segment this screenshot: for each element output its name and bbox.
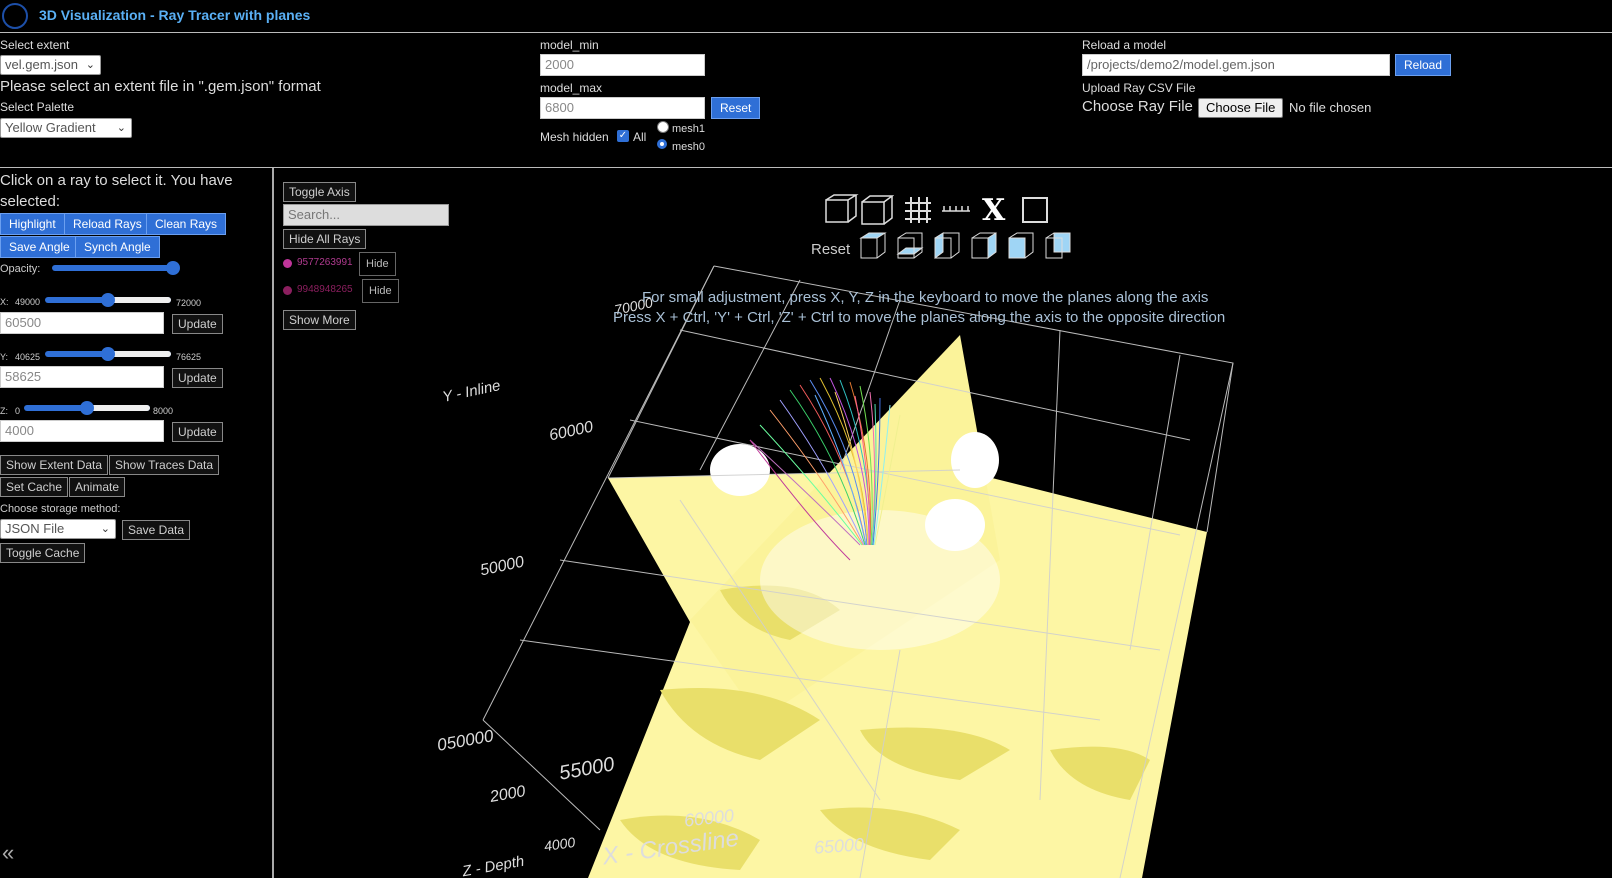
x-update-button[interactable]: Update bbox=[172, 314, 223, 334]
mesh-blob bbox=[710, 444, 770, 496]
mesh0-label: mesh0 bbox=[672, 141, 706, 153]
mesh0-radio[interactable] bbox=[657, 139, 667, 149]
reload-model-button[interactable]: Reload bbox=[1395, 54, 1452, 76]
y-update-button[interactable]: Update bbox=[172, 368, 223, 388]
z-min-label: 0 bbox=[15, 406, 21, 416]
no-file-text: No file chosen bbox=[1289, 100, 1372, 115]
select-extent-dropdown[interactable]: vel.gem.json ⌄ bbox=[0, 55, 101, 75]
view-bottom-icon[interactable] bbox=[894, 230, 924, 262]
mesh-hidden-label: Mesh hidden bbox=[540, 130, 609, 144]
view-toolbar: X Reset bbox=[811, 193, 1084, 264]
synch-angle-button[interactable]: Synch Angle bbox=[75, 236, 160, 258]
sidebar: Click on a ray to select it. You have se… bbox=[0, 168, 274, 878]
y-slider[interactable] bbox=[45, 347, 171, 361]
z-value-input[interactable]: 4000 bbox=[0, 420, 164, 442]
y-max-label: 76625 bbox=[176, 352, 202, 362]
sidebar-instruction: Click on a ray to select it. You have se… bbox=[0, 172, 233, 210]
y-slider-label: Y: bbox=[0, 352, 9, 362]
opacity-slider[interactable] bbox=[52, 261, 180, 275]
chevron-down-icon: ⌄ bbox=[100, 523, 110, 535]
collapse-sidebar-icon[interactable]: « bbox=[2, 840, 14, 866]
top-controls: Select extent vel.gem.json ⌄ Please sele… bbox=[0, 33, 1612, 168]
model-path-input[interactable]: /projects/demo2/model.gem.json bbox=[1082, 54, 1390, 76]
highlight-button[interactable]: Highlight bbox=[0, 213, 65, 235]
x-tick-65000: 65000 bbox=[813, 834, 865, 858]
x-min-label: 49000 bbox=[15, 297, 41, 307]
grid-icon[interactable] bbox=[902, 194, 934, 226]
select-palette-value: Yellow Gradient bbox=[5, 120, 96, 135]
reload-model-label: Reload a model bbox=[1082, 38, 1167, 52]
x-slider-label: X: bbox=[0, 297, 9, 307]
mesh1-label: mesh1 bbox=[672, 123, 706, 135]
x-max-label: 72000 bbox=[176, 298, 202, 308]
app-header: 3D Visualization - Ray Tracer with plane… bbox=[0, 0, 1612, 33]
z-slider[interactable] bbox=[24, 401, 150, 415]
opacity-label: Opacity: bbox=[0, 263, 41, 275]
storage-value: JSON File bbox=[5, 521, 65, 536]
choose-file-button[interactable]: Choose File bbox=[1198, 98, 1284, 118]
x-axis-icon[interactable]: X bbox=[982, 193, 1005, 228]
choose-ray-label: Choose Ray File bbox=[1082, 98, 1193, 115]
select-palette-dropdown[interactable]: Yellow Gradient ⌄ bbox=[0, 118, 132, 138]
storage-label: Choose storage method: bbox=[0, 503, 121, 515]
mesh1-radio[interactable] bbox=[657, 121, 669, 133]
square-icon[interactable] bbox=[1022, 197, 1048, 223]
set-cache-button[interactable]: Set Cache bbox=[0, 477, 69, 497]
view-back-icon[interactable] bbox=[1042, 230, 1072, 262]
select-extent-value: vel.gem.json bbox=[5, 57, 78, 72]
reload-rays-button[interactable]: Reload Rays bbox=[64, 213, 151, 235]
logo-icon bbox=[2, 3, 28, 29]
mesh-all-label: All bbox=[633, 130, 647, 144]
upload-csv-label: Upload Ray CSV File bbox=[1082, 81, 1196, 95]
storage-dropdown[interactable]: JSON File ⌄ bbox=[0, 519, 116, 539]
x-slider[interactable] bbox=[45, 293, 171, 307]
toggle-cache-button[interactable]: Toggle Cache bbox=[0, 543, 86, 563]
select-extent-label: Select extent bbox=[0, 38, 70, 52]
view-top-icon[interactable] bbox=[1005, 230, 1035, 262]
scene-3d[interactable] bbox=[274, 168, 1612, 878]
cube-outline-icon[interactable] bbox=[858, 194, 894, 226]
view-front-icon[interactable] bbox=[857, 230, 887, 262]
show-extent-button[interactable]: Show Extent Data bbox=[0, 455, 109, 475]
reset-button[interactable]: Reset bbox=[711, 97, 761, 119]
mesh-all-checkbox[interactable]: ✓ bbox=[617, 130, 629, 142]
model-min-label: model_min bbox=[540, 38, 599, 52]
reset-view-label[interactable]: Reset bbox=[811, 241, 850, 258]
viewer-hint-2: Press X + Ctrl, 'Y' + Ctrl, 'Z' + Ctrl t… bbox=[613, 309, 1226, 326]
animate-button[interactable]: Animate bbox=[69, 477, 126, 497]
save-angle-button[interactable]: Save Angle bbox=[0, 236, 79, 258]
y-value-input[interactable]: 58625 bbox=[0, 366, 164, 388]
z-update-button[interactable]: Update bbox=[172, 422, 223, 442]
x-value-input[interactable]: 60500 bbox=[0, 312, 164, 334]
select-palette-label: Select Palette bbox=[0, 100, 75, 114]
mesh-blob bbox=[951, 432, 999, 488]
view-right-icon[interactable] bbox=[968, 230, 998, 262]
chevron-down-icon: ⌄ bbox=[116, 122, 126, 134]
model-max-label: model_max bbox=[540, 81, 603, 95]
ruler-icon[interactable] bbox=[940, 194, 972, 226]
model-max-input[interactable]: 6800 bbox=[540, 97, 705, 119]
model-min-input[interactable]: 2000 bbox=[540, 54, 705, 76]
viewer-canvas[interactable]: Y - Inline 70000 60000 50000 050000 2000… bbox=[274, 168, 1612, 878]
viewer-hint-1: For small adjustment, press X, Y, Z in t… bbox=[642, 289, 1209, 306]
save-data-button[interactable]: Save Data bbox=[122, 520, 191, 540]
view-left-icon[interactable] bbox=[931, 230, 961, 262]
box-view-icon[interactable] bbox=[824, 194, 860, 226]
clean-rays-button[interactable]: Clean Rays bbox=[146, 213, 227, 235]
show-traces-button[interactable]: Show Traces Data bbox=[109, 455, 220, 475]
app-title: 3D Visualization - Ray Tracer with plane… bbox=[39, 7, 311, 23]
y-min-label: 40625 bbox=[15, 352, 41, 362]
extent-hint: Please select an extent file in ".gem.js… bbox=[0, 78, 321, 95]
chevron-down-icon: ⌄ bbox=[85, 59, 95, 71]
z-max-label: 8000 bbox=[153, 406, 174, 416]
mesh-glow bbox=[760, 510, 1000, 650]
z-slider-label: Z: bbox=[0, 406, 8, 416]
